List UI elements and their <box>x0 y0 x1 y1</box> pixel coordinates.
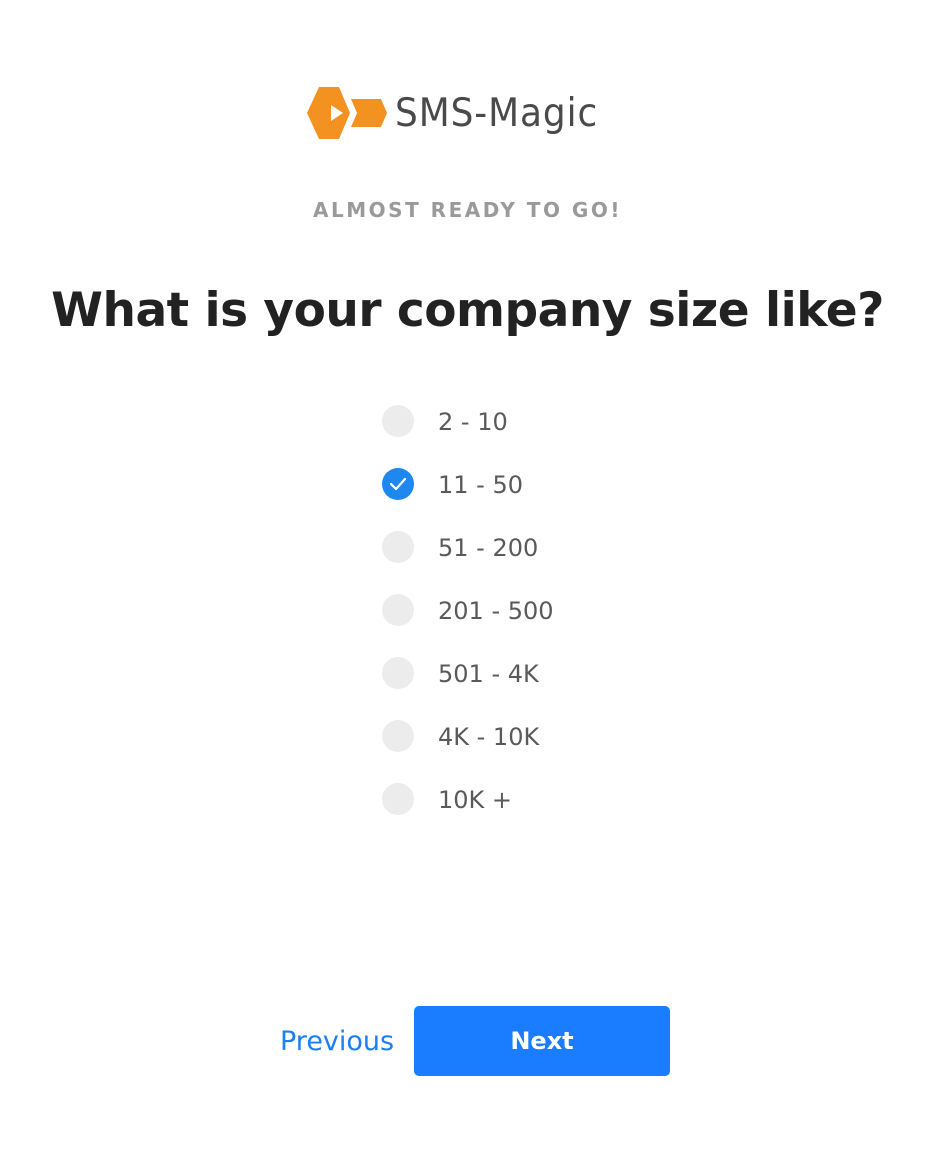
radio-button[interactable] <box>382 720 414 752</box>
previous-link[interactable]: Previous <box>280 1026 414 1057</box>
radio-button[interactable] <box>382 657 414 689</box>
option-201-500[interactable]: 201 - 500 <box>382 594 554 657</box>
eyebrow-text: ALMOST READY TO GO! <box>313 198 622 222</box>
radio-button[interactable] <box>382 531 414 563</box>
option-label: 10K + <box>438 786 513 814</box>
option-label: 501 - 4K <box>438 660 539 688</box>
next-button[interactable]: Next <box>414 1006 670 1076</box>
page-title: What is your company size like? <box>51 283 884 338</box>
radio-button[interactable] <box>382 468 414 500</box>
check-icon <box>389 477 407 491</box>
option-11-50[interactable]: 11 - 50 <box>382 468 554 531</box>
radio-button[interactable] <box>382 405 414 437</box>
option-501-4k[interactable]: 501 - 4K <box>382 657 554 720</box>
option-4k-10k[interactable]: 4K - 10K <box>382 720 554 783</box>
brand-name: SMS-Magic <box>395 90 599 136</box>
option-10k-plus[interactable]: 10K + <box>382 783 554 846</box>
radio-button[interactable] <box>382 783 414 815</box>
radio-button[interactable] <box>382 594 414 626</box>
option-label: 51 - 200 <box>438 534 539 562</box>
option-2-10[interactable]: 2 - 10 <box>382 405 554 468</box>
company-size-options: 2 - 10 11 - 50 51 - 200 201 - 500 501 - … <box>382 405 554 846</box>
wizard-navigation: Previous Next <box>280 1006 670 1076</box>
option-label: 2 - 10 <box>438 408 508 436</box>
option-label: 4K - 10K <box>438 723 540 751</box>
sms-magic-logo-icon <box>307 87 387 139</box>
sms-magic-logo: SMS-Magic <box>305 84 616 142</box>
option-label: 201 - 500 <box>438 597 554 625</box>
option-label: 11 - 50 <box>438 471 523 499</box>
option-51-200[interactable]: 51 - 200 <box>382 531 554 594</box>
